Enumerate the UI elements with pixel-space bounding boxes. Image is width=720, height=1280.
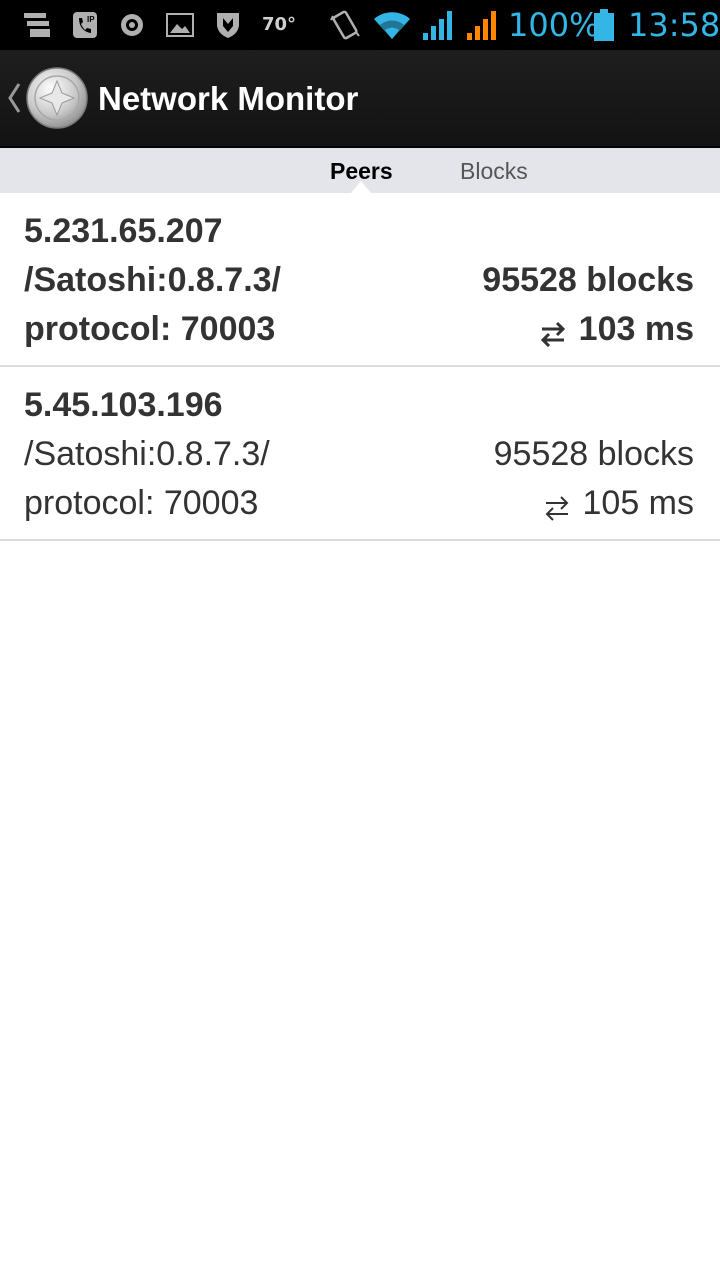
- peer-row[interactable]: 5.45.103.196 /Satoshi:0.8.7.3/ 95528 blo…: [0, 367, 720, 541]
- wifi-icon: [372, 0, 412, 50]
- temperature-text: 70°: [262, 14, 297, 35]
- peer-ping-value: 105 ms: [582, 484, 695, 522]
- peer-ping-value: 103 ms: [578, 310, 694, 348]
- peer-blocks: 95528 blocks: [493, 435, 694, 473]
- peer-protocol: protocol: 70003: [24, 484, 259, 522]
- peer-version: /Satoshi:0.8.7.3/: [24, 261, 281, 299]
- peer-address: 5.45.103.196: [24, 386, 223, 424]
- signal-orange-icon: [464, 0, 500, 50]
- network-monitor-screen: IP 70° 100% 13:58 Network Monitor Peers …: [0, 0, 720, 1280]
- notifications-icon: [20, 0, 54, 50]
- peer-address: 5.231.65.207: [24, 212, 223, 250]
- peer-version: /Satoshi:0.8.7.3/: [24, 435, 270, 473]
- sip-call-icon: IP: [70, 0, 100, 50]
- peer-list: 5.231.65.207 /Satoshi:0.8.7.3/ 95528 blo…: [0, 193, 720, 541]
- swap-arrows-icon: [543, 490, 571, 521]
- action-bar: Network Monitor: [0, 50, 720, 148]
- peer-ping: 105 ms: [543, 483, 695, 530]
- peer-protocol: protocol: 70003: [24, 310, 276, 348]
- image-icon: [164, 0, 196, 50]
- page-title: Network Monitor: [98, 80, 359, 117]
- status-bar: IP 70° 100% 13:58: [0, 0, 720, 50]
- swap-arrows-icon: [539, 316, 567, 348]
- peer-ping: 103 ms: [539, 309, 694, 356]
- clock-text: 13:58: [628, 6, 720, 44]
- battery-percent-text: 100%: [508, 6, 600, 44]
- tab-blocks[interactable]: Blocks: [460, 148, 528, 193]
- signal-blue-icon: [420, 0, 456, 50]
- active-tab-indicator: [351, 181, 371, 193]
- peer-blocks: 95528 blocks: [482, 261, 694, 299]
- peer-row[interactable]: 5.231.65.207 /Satoshi:0.8.7.3/ 95528 blo…: [0, 193, 720, 367]
- svg-text:IP: IP: [87, 15, 95, 24]
- vibrate-icon: [328, 0, 362, 50]
- battery-icon: [592, 0, 616, 50]
- shield-icon: [212, 0, 244, 50]
- record-icon: [118, 0, 146, 50]
- up-caret-icon[interactable]: [6, 80, 22, 116]
- coin-logo-icon[interactable]: [26, 67, 88, 129]
